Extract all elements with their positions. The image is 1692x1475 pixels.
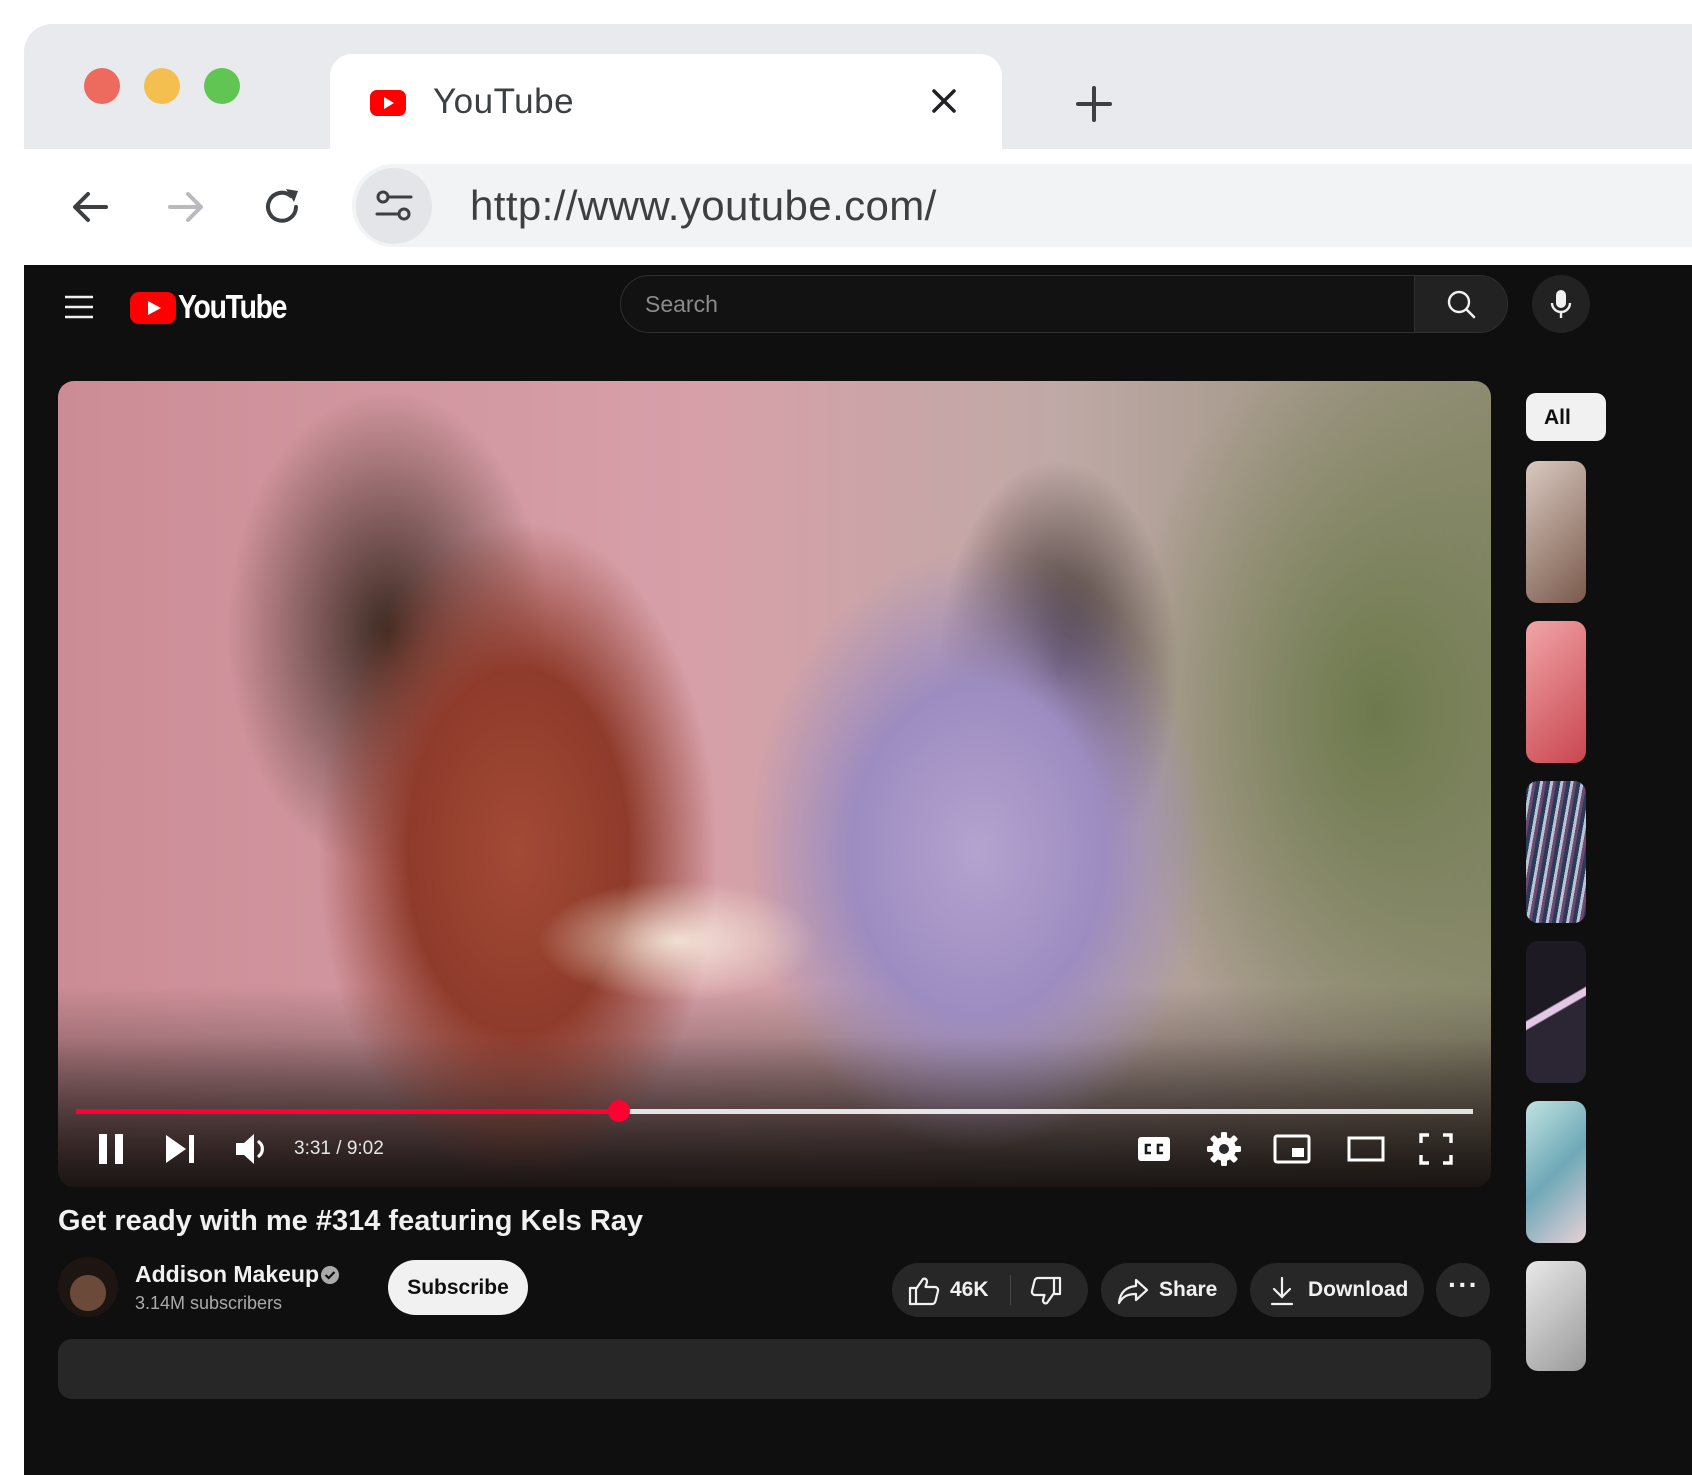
share-label: Share	[1159, 1278, 1218, 1301]
browser-toolbar: http://www.youtube.com/	[24, 149, 1692, 265]
captions-icon[interactable]	[1136, 1129, 1172, 1169]
site-info-button[interactable]	[356, 168, 432, 244]
share-icon	[1117, 1278, 1149, 1305]
subscribe-button[interactable]: Subscribe	[388, 1260, 528, 1315]
theater-mode-icon[interactable]	[1346, 1129, 1386, 1169]
youtube-logo-text: YouTube	[178, 288, 287, 325]
like-count[interactable]: 46K	[950, 1278, 989, 1302]
youtube-page: YouTube Search 3:31 / 9:02 Get ready wit…	[24, 265, 1692, 1475]
verified-badge-icon	[321, 1266, 339, 1284]
download-button[interactable]: Download	[1250, 1263, 1424, 1317]
maximize-window-button[interactable]	[204, 68, 240, 104]
pause-icon[interactable]	[96, 1129, 128, 1169]
thumbs-down-icon[interactable]	[1030, 1276, 1062, 1306]
tune-icon	[375, 190, 413, 221]
chip-all[interactable]: All	[1526, 393, 1606, 441]
address-bar[interactable]: http://www.youtube.com/	[352, 164, 1692, 247]
voice-search-button[interactable]	[1532, 275, 1590, 333]
progress-bar[interactable]	[76, 1100, 1473, 1122]
arrow-left-icon[interactable]	[68, 185, 112, 229]
close-tab-icon[interactable]	[927, 84, 961, 118]
thumbs-up-icon[interactable]	[908, 1276, 940, 1306]
search-icon	[1447, 290, 1476, 319]
chip-all-label: All	[1544, 406, 1571, 429]
tab-title: YouTube	[433, 82, 575, 121]
settings-icon[interactable]	[1204, 1129, 1244, 1169]
youtube-favicon-icon	[370, 90, 406, 116]
recommended-thumbnail[interactable]	[1526, 461, 1586, 603]
more-horizontal-icon: ···	[1448, 1269, 1479, 1300]
recommended-thumbnail[interactable]	[1526, 621, 1586, 763]
tab-youtube[interactable]: YouTube	[330, 54, 1002, 154]
plus-icon[interactable]	[1074, 84, 1114, 124]
reload-icon[interactable]	[260, 185, 304, 229]
channel-avatar[interactable]	[58, 1257, 118, 1317]
subscriber-count: 3.14M subscribers	[135, 1293, 283, 1313]
download-label: Download	[1308, 1278, 1409, 1301]
browser-window: YouTube http://www.youtube.com/ YouTube …	[24, 24, 1692, 1475]
recommended-thumbnail[interactable]	[1526, 1261, 1586, 1371]
close-window-button[interactable]	[84, 68, 120, 104]
like-dislike-group: 46K	[892, 1263, 1088, 1317]
time-display: 3:31 / 9:02	[294, 1138, 384, 1159]
hamburger-menu-icon[interactable]	[64, 295, 94, 319]
tab-bar: YouTube	[24, 24, 1692, 154]
url-text: http://www.youtube.com/	[470, 182, 937, 229]
recommended-thumbnail[interactable]	[1526, 781, 1586, 923]
more-actions-button[interactable]: ···	[1436, 1263, 1490, 1317]
video-title: Get ready with me #314 featuring Kels Ra…	[58, 1205, 644, 1237]
search-input[interactable]	[621, 276, 1415, 332]
search-button[interactable]	[1414, 276, 1507, 332]
share-button[interactable]: Share	[1101, 1263, 1237, 1317]
channel-name[interactable]: Addison Makeup	[135, 1261, 319, 1288]
microphone-icon	[1550, 290, 1572, 318]
arrow-right-icon[interactable]	[164, 185, 208, 229]
miniplayer-icon[interactable]	[1272, 1129, 1312, 1169]
like-divider	[1010, 1275, 1011, 1305]
minimize-window-button[interactable]	[144, 68, 180, 104]
volume-icon[interactable]	[232, 1129, 272, 1169]
recommended-thumbnail[interactable]	[1526, 1101, 1586, 1243]
next-icon[interactable]	[162, 1129, 198, 1169]
description-box[interactable]	[58, 1339, 1491, 1399]
progress-played	[76, 1109, 620, 1114]
search-box	[620, 275, 1508, 333]
fullscreen-icon[interactable]	[1418, 1129, 1454, 1169]
youtube-play-logo-icon	[130, 292, 176, 324]
video-player[interactable]: 3:31 / 9:02	[58, 381, 1491, 1187]
recommended-thumbnail[interactable]	[1526, 941, 1586, 1083]
download-icon	[1270, 1276, 1294, 1306]
